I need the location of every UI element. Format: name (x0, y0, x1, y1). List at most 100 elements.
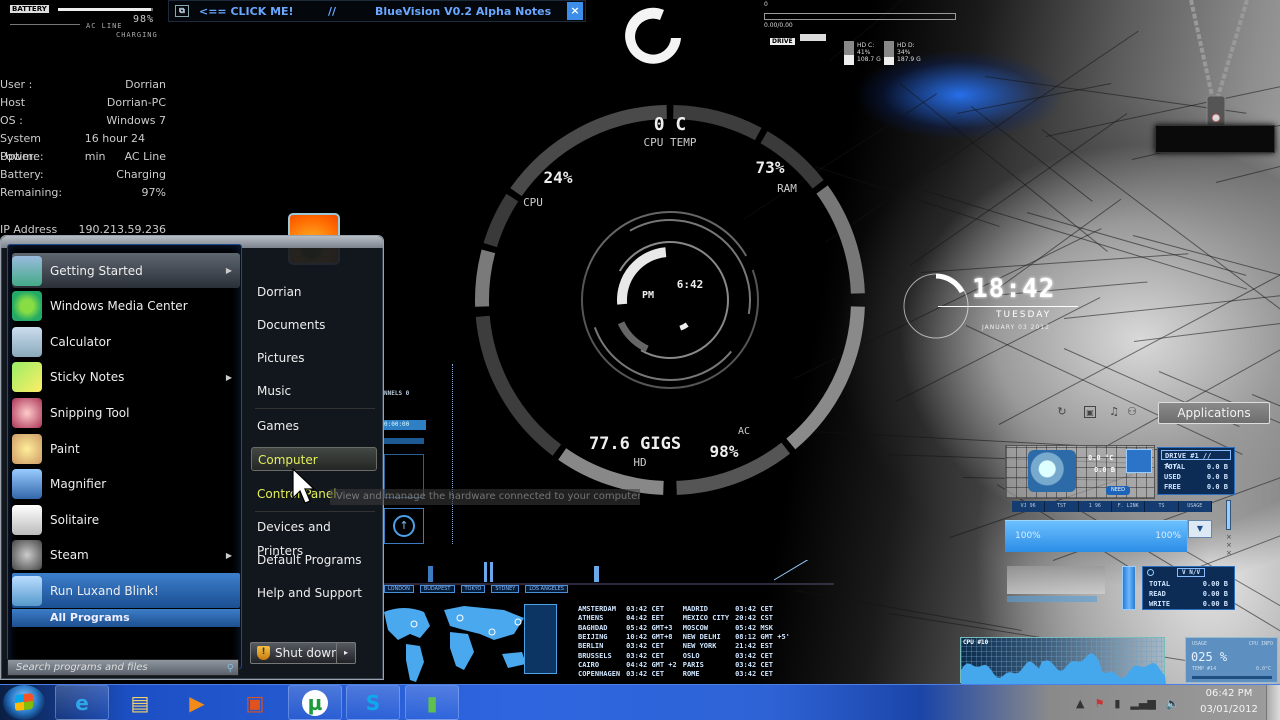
applications-button[interactable]: Applications (1158, 402, 1270, 424)
program-item[interactable]: Steam ▶ (12, 538, 240, 573)
city-name: BRUSSELS (578, 651, 612, 660)
city-tab[interactable]: BUDAPEST (419, 585, 455, 593)
notes-close-button[interactable]: × (567, 2, 583, 20)
world-clock-table: AMSTERDAM 03:42 CET MADRID 03:42 CET ATHENS 0… (578, 605, 796, 679)
hud-clock-marker (679, 322, 689, 331)
notes-restore-icon[interactable]: ⧉ (175, 5, 189, 17)
io-vertical-slider[interactable] (1122, 566, 1136, 610)
hud-outer-segment (786, 306, 865, 450)
sysinfo-value: Windows 7 (106, 114, 166, 127)
program-item[interactable]: Solitaire (12, 502, 240, 537)
sysinfo-value: Dorrian-PC (106, 96, 166, 109)
city-tab[interactable]: LONDON (384, 585, 414, 593)
sysinfo-label: Remaining: (0, 186, 63, 199)
drive-tab[interactable]: F. LINK (1112, 501, 1146, 512)
cpu-info-label: CPU INFO (1248, 641, 1273, 647)
program-item[interactable]: Getting Started ▶ (12, 253, 240, 288)
world-clock-row: ATHENS 04:42 EET MEXICO CITY 20:42 CST (578, 614, 796, 623)
music-icon[interactable]: ♫ (1108, 406, 1120, 418)
battery-hud-value: 98% (709, 442, 739, 461)
sysinfo-row: Host Dorrian-PC (0, 94, 166, 112)
program-item[interactable]: Windows Media Center (12, 289, 240, 324)
drive-tab[interactable]: VJ 96 (1012, 501, 1046, 512)
place-item[interactable]: Help and Support (251, 581, 377, 605)
volume-bar[interactable]: 100% 100% (1005, 520, 1187, 552)
start-search-input[interactable]: Search programs and files ⚲ (7, 659, 239, 676)
city-time: 03:42 CET (626, 651, 665, 660)
users-icon[interactable]: ⚇ (1126, 406, 1138, 418)
place-item[interactable]: Devices and Printers (251, 515, 377, 558)
show-desktop-button[interactable] (1266, 685, 1280, 720)
getting-started-icon (12, 255, 42, 286)
io-header: V N/V (1143, 567, 1234, 579)
taskbar-clock[interactable]: 06:42 PM 03/01/2012 (1198, 686, 1260, 718)
power-icon[interactable]: ▮ (1114, 697, 1120, 710)
clock-rule (938, 306, 1078, 307)
place-item[interactable]: Documents (251, 313, 377, 337)
tray-expand-icon[interactable]: ▲ (1076, 697, 1084, 710)
taskbar-skype-button[interactable]: S (346, 685, 400, 720)
volume-dropdown-button[interactable]: ▼ (1188, 520, 1212, 538)
place-item[interactable]: Pictures (251, 346, 377, 370)
hud-outer-segment (475, 249, 496, 307)
hd-c-size: 108.7 G (857, 56, 881, 63)
notes-bar[interactable]: ⧉ <== CLICK ME! // BlueVision V0.2 Alpha… (168, 0, 586, 22)
network-signal-icon[interactable]: ▂▄▆ (1130, 697, 1155, 710)
drive-tab[interactable]: TST (1045, 501, 1079, 512)
taskbar-internet-explorer-button[interactable]: e (55, 685, 109, 720)
sysinfo-label: User : (0, 78, 33, 91)
place-item[interactable]: Music (251, 379, 377, 403)
city-tab[interactable]: LOS ANGELES (525, 585, 568, 593)
all-programs-button[interactable]: All Programs (12, 609, 240, 627)
picture-icon[interactable]: ▣ (1084, 406, 1096, 418)
program-item[interactable]: Calculator (12, 324, 240, 359)
program-label: Run Luxand Blink! (50, 583, 159, 598)
taskbar-windows-media-player-button[interactable]: ▶ (170, 685, 224, 720)
clock-ring (903, 273, 969, 339)
refresh-icon[interactable]: ↻ (1056, 406, 1068, 418)
action-center-flag-icon[interactable]: ⚑ (1094, 697, 1104, 710)
city-name: ATHENS (578, 614, 604, 623)
place-item[interactable]: Games (251, 414, 377, 438)
place-item[interactable]: Dorrian (251, 280, 377, 304)
cpu-usage-gadget: USAGE CPU INFO 025 % TEMP #14 0.0°C (1185, 637, 1278, 683)
battery-charging: CHARGING (116, 31, 158, 39)
city-tab[interactable]: SYDNEY (491, 585, 520, 593)
close-marks[interactable]: × × × (1226, 533, 1232, 557)
media-seek-bar[interactable] (384, 438, 424, 444)
taskbar-photo-app-button[interactable]: ▣ (228, 685, 282, 720)
program-item[interactable]: Paint (12, 431, 240, 466)
program-item[interactable]: Snipping Tool (12, 395, 240, 430)
upload-button[interactable]: ↑ (384, 508, 424, 544)
clock-day: TUESDAY (996, 310, 1052, 320)
taskbar-windows-explorer-button[interactable]: ▤ (113, 685, 167, 720)
drive-info-label: USED (1164, 473, 1181, 481)
notes-click-me-link[interactable]: <== CLICK ME! (199, 5, 309, 18)
program-item[interactable]: Magnifier (12, 467, 240, 502)
search-icon[interactable]: ⚲ (227, 661, 234, 676)
vertical-scroll[interactable] (1226, 500, 1231, 530)
program-label: Windows Media Center (50, 299, 188, 314)
taskbar-camera-app-button[interactable]: ▮ (405, 685, 459, 720)
shut-down-options-button[interactable]: ▸ (336, 642, 356, 664)
hair-strand (1134, 317, 1280, 342)
city-name: PARIS (682, 660, 704, 669)
drive-label-bar (800, 34, 826, 41)
city-time: 08:12 GMT +5' (735, 633, 790, 642)
place-item[interactable]: Default Programs (251, 548, 377, 572)
taskbar-utorrent-button[interactable]: µ (288, 685, 342, 720)
city-tab[interactable]: TOKYO (460, 585, 486, 593)
battery-ac-line: AC LINE (86, 22, 123, 30)
taskbar-time: 06:42 PM (1205, 688, 1253, 699)
media-timer: 0:00:00 (384, 420, 426, 430)
volume-icon[interactable]: 🔈 (1166, 697, 1180, 710)
drive-tab[interactable]: TS (1145, 501, 1179, 512)
program-item[interactable]: Sticky Notes ▶ (12, 360, 240, 395)
program-item[interactable]: Run Luxand Blink! (12, 573, 240, 609)
world-clock-timeline (384, 560, 834, 585)
hd-progress-bar (764, 13, 956, 20)
start-button[interactable] (3, 685, 45, 720)
drive-tab[interactable]: USAGE (1179, 501, 1212, 512)
desktop: BATTERY 98% AC LINE CHARGING User : Dorri… (0, 0, 1280, 720)
drive-tab[interactable]: 1 96 (1079, 501, 1112, 512)
